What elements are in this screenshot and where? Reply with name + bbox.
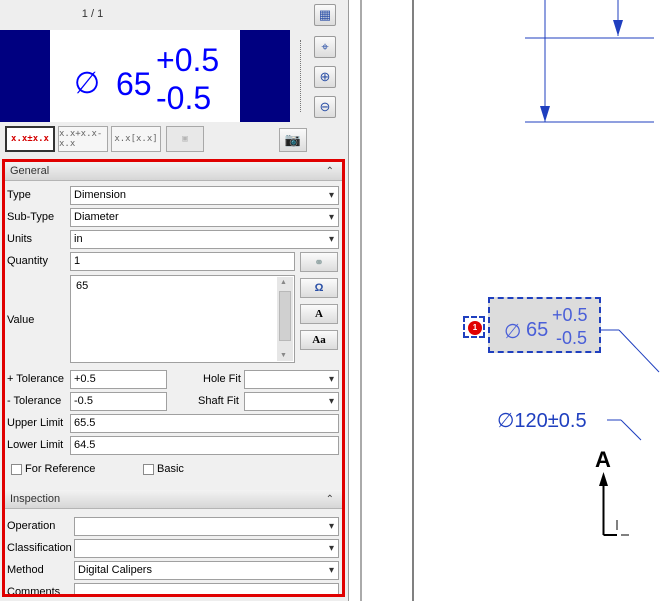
general-section-header[interactable]: General ⌃ xyxy=(5,162,342,181)
dimension-minus-tolerance: -0.5 xyxy=(556,328,588,348)
preview-minus-tolerance: -0.5 xyxy=(156,80,212,116)
dimension-value: 65 xyxy=(526,319,549,341)
zoom-out-icon[interactable]: ⊖ xyxy=(314,96,336,118)
comments-input[interactable] xyxy=(74,583,339,594)
scroll-down-icon[interactable]: ▼ xyxy=(280,352,287,359)
units-label: Units xyxy=(7,233,33,245)
plus-tolerance-input[interactable]: +0.5 xyxy=(70,370,167,389)
general-section-title: General xyxy=(10,165,50,177)
hole-fit-label: Hole Fit xyxy=(203,373,241,385)
format-plus-minus-button[interactable]: x.x±x.x xyxy=(5,126,55,152)
symbol-button[interactable]: Ω xyxy=(300,278,338,298)
for-reference-label: For Reference xyxy=(25,463,96,475)
dimension-diameter-symbol: ∅ xyxy=(504,319,522,343)
collapse-icon[interactable]: ⌃ xyxy=(326,162,334,181)
zoom-in-icon[interactable]: ⊕ xyxy=(314,66,336,88)
balloon-number: 1 xyxy=(468,321,482,335)
method-label: Method xyxy=(7,564,44,576)
lower-limit-label: Lower Limit xyxy=(7,439,64,451)
format-toolbar: x.x±x.x x.x+x.x-x.x x.x[x.x] ▣ 📷 xyxy=(0,122,348,158)
upper-limit-input[interactable]: 65.5 xyxy=(70,414,339,433)
basic-checkbox[interactable] xyxy=(143,464,154,475)
value-textarea[interactable]: 65 ▲ ▼ xyxy=(70,275,295,363)
minus-tolerance-label: - Tolerance xyxy=(7,395,62,407)
page-indicator: 1 / 1 xyxy=(81,8,104,20)
diameter-120-dimension[interactable]: ∅120±0.5 xyxy=(497,408,587,433)
balloon[interactable]: 1 xyxy=(463,316,485,338)
classification-select[interactable] xyxy=(74,539,339,558)
preview-diameter-symbol: ∅ xyxy=(74,66,101,101)
basic-label: Basic xyxy=(157,463,184,475)
type-select[interactable]: Dimension xyxy=(70,186,339,205)
shaft-fit-select[interactable] xyxy=(244,392,339,411)
dimension-preview: ∅ 65 +0.5 -0.5 xyxy=(0,30,290,122)
units-select[interactable]: in xyxy=(70,230,339,249)
quantity-input[interactable]: 1 xyxy=(70,252,295,271)
font-style-button[interactable]: Aa xyxy=(300,330,338,350)
fit-icon[interactable]: ▦ xyxy=(314,4,336,26)
for-reference-checkbox[interactable] xyxy=(11,464,22,475)
inspection-section-title: Inspection xyxy=(10,493,61,505)
operation-label: Operation xyxy=(7,520,56,532)
preview-value: 65 xyxy=(116,66,152,102)
diameter-symbol: ∅ xyxy=(497,408,515,432)
font-button[interactable]: A xyxy=(300,304,338,324)
classification-label: Classification xyxy=(7,542,72,554)
upper-limit-label: Upper Limit xyxy=(7,417,64,429)
value-label: Value xyxy=(7,314,35,326)
inspection-section-header[interactable]: Inspection ⌃ xyxy=(5,490,342,509)
lower-limit-input[interactable]: 64.5 xyxy=(70,436,339,455)
scroll-up-icon[interactable]: ▲ xyxy=(280,279,287,286)
hole-fit-select[interactable] xyxy=(244,370,339,389)
plus-tolerance-label: + Tolerance xyxy=(7,373,64,385)
drawing-area[interactable]: 1 ∅ 65 +0.5 -0.5 ∅120±0.5 A xyxy=(349,0,662,601)
subtype-label: Sub-Type xyxy=(7,211,55,223)
value-scrollbar[interactable]: ▲ ▼ xyxy=(277,277,293,361)
value-text: 65 xyxy=(76,280,89,292)
link-icon: ⚭ xyxy=(300,252,338,272)
format-basic-button[interactable]: x.x[x.x] xyxy=(111,126,161,152)
operation-select[interactable] xyxy=(74,517,339,536)
format-image-button: ▣ xyxy=(166,126,204,152)
dimension-plus-tolerance: +0.5 xyxy=(552,305,588,325)
shaft-fit-label: Shaft Fit xyxy=(198,395,239,407)
section-label: A xyxy=(595,447,611,472)
scroll-thumb[interactable] xyxy=(279,291,291,341)
format-limits-button[interactable]: x.x+x.x-x.x xyxy=(58,126,108,152)
camera-icon[interactable]: 📷 xyxy=(279,128,307,152)
zoom-slider[interactable] xyxy=(300,40,303,112)
subtype-select[interactable]: Diameter xyxy=(70,208,339,227)
selected-dimension[interactable]: ∅ 65 +0.5 -0.5 xyxy=(488,297,601,353)
preview-canvas: ∅ 65 +0.5 -0.5 xyxy=(50,30,240,122)
properties-panel: 1 / 1 ∅ 65 +0.5 -0.5 ▦ ⌖ ⊕ ⊖ x.x±x.x x.x… xyxy=(0,0,349,601)
quantity-label: Quantity xyxy=(7,255,48,267)
properties-box: General ⌃ Type Dimension Sub-Type Diamet… xyxy=(2,159,345,597)
zoom-controls: ▦ ⌖ ⊕ ⊖ xyxy=(296,0,344,124)
type-label: Type xyxy=(7,189,31,201)
preview-plus-tolerance: +0.5 xyxy=(156,42,220,78)
collapse-icon[interactable]: ⌃ xyxy=(326,490,334,509)
comments-label: Comments xyxy=(7,586,61,597)
method-select[interactable]: Digital Calipers xyxy=(74,561,339,580)
diameter-120-text: 120±0.5 xyxy=(514,410,587,432)
zoom-area-icon[interactable]: ⌖ xyxy=(314,36,336,58)
minus-tolerance-input[interactable]: -0.5 xyxy=(70,392,167,411)
